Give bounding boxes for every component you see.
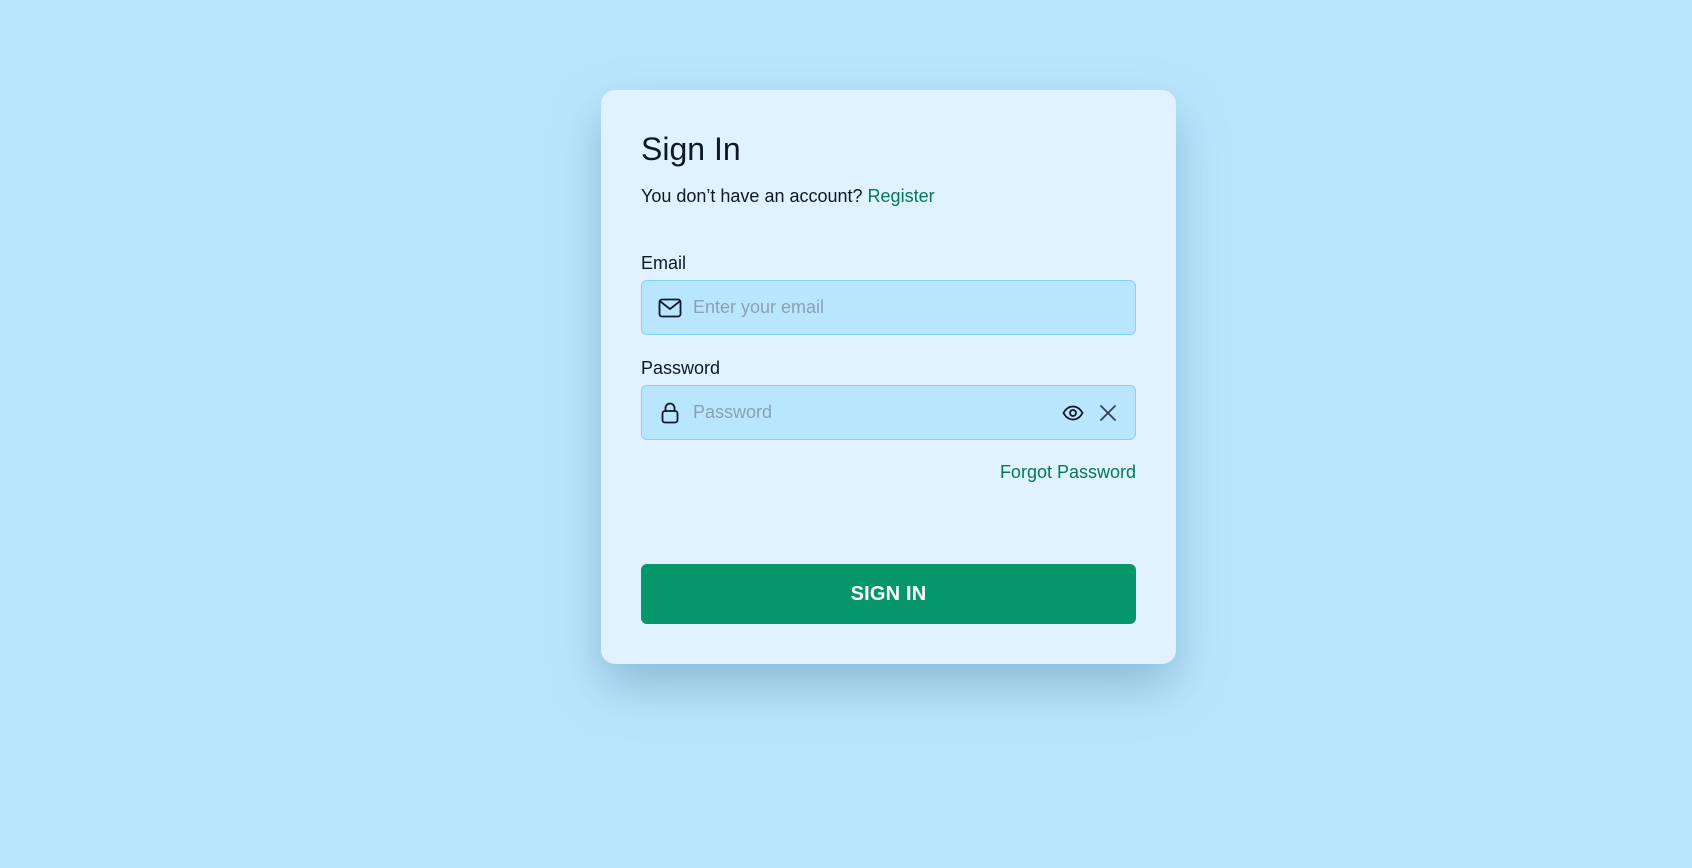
register-link[interactable]: Register — [868, 186, 935, 206]
sign-in-card: Sign In You don’t have an account? Regis… — [601, 90, 1176, 664]
sign-in-button[interactable]: SIGN IN — [641, 564, 1136, 624]
register-prompt: You don’t have an account? Register — [641, 187, 935, 205]
mail-icon — [658, 296, 682, 320]
page-title: Sign In — [641, 131, 741, 167]
email-label: Email — [641, 253, 687, 273]
eye-icon[interactable] — [1060, 400, 1086, 426]
email-field-container — [641, 280, 1136, 335]
close-icon[interactable] — [1095, 400, 1121, 426]
password-label: Password — [641, 358, 721, 378]
password-field-container — [641, 385, 1136, 440]
email-input[interactable] — [693, 297, 1121, 318]
password-input[interactable] — [693, 402, 1060, 423]
lock-icon — [658, 401, 682, 425]
register-prompt-text: You don’t have an account? — [641, 186, 863, 206]
forgot-password-link[interactable]: Forgot Password — [1000, 463, 1136, 481]
